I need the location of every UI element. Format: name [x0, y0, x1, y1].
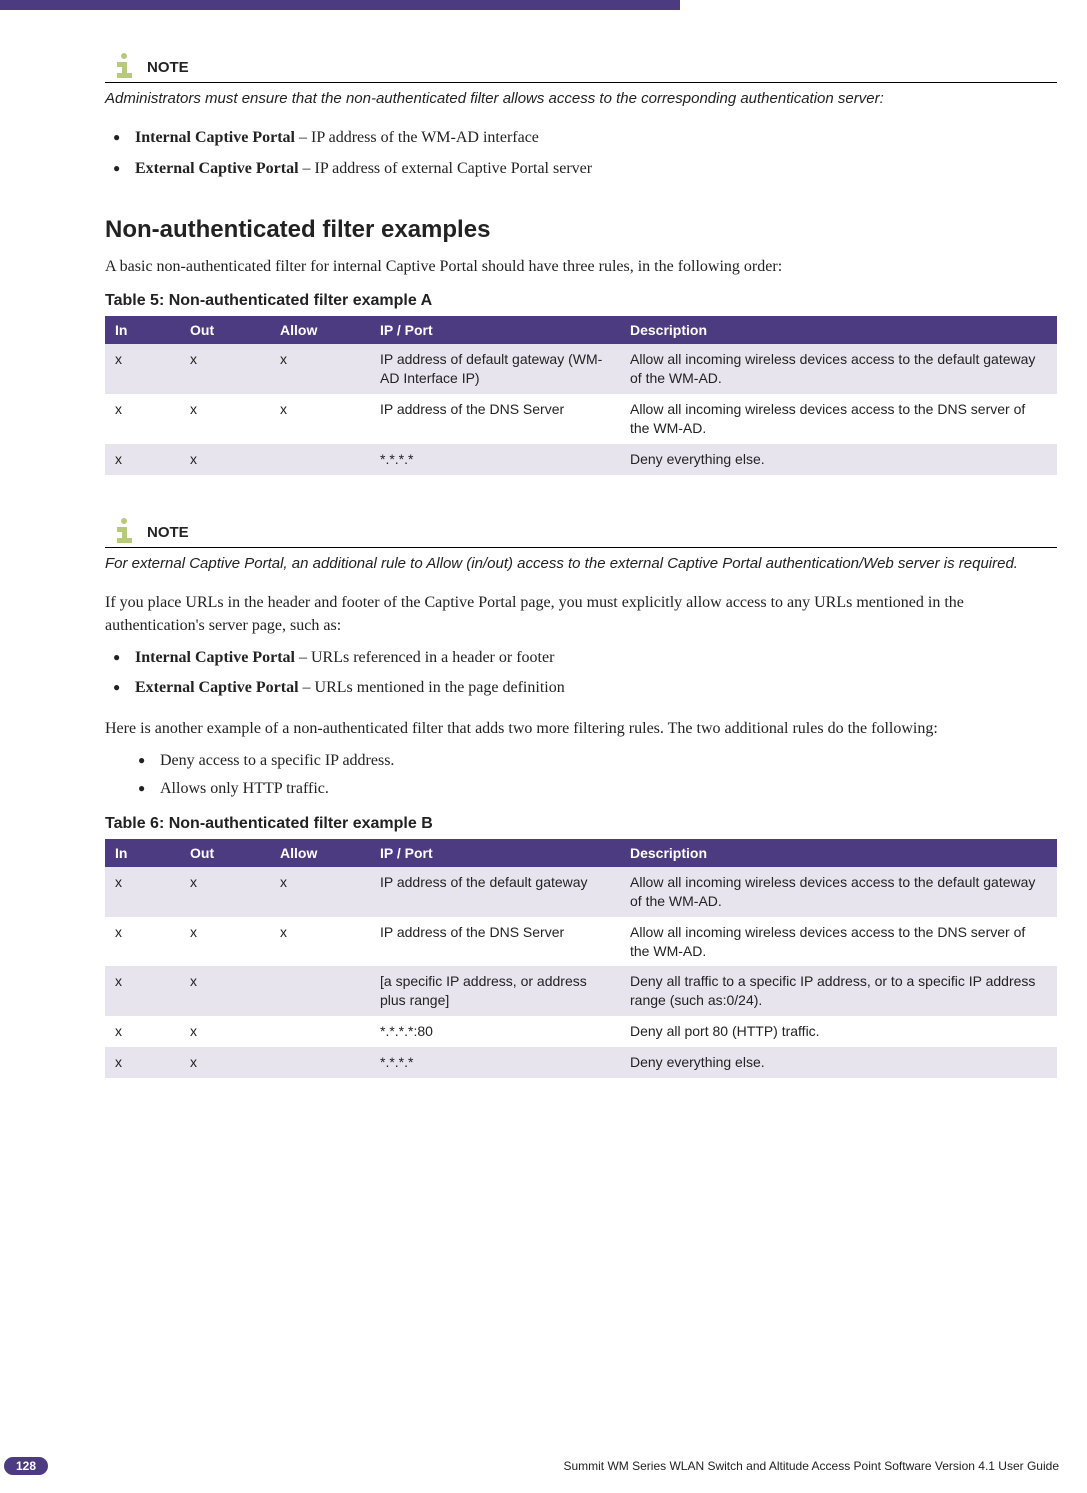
table5: In Out Allow IP / Port Description x x x…: [105, 316, 1057, 474]
note-label: NOTE: [147, 524, 189, 541]
list-item: Deny access to a specific IP address.: [160, 750, 1057, 772]
cell-ip: *.*.*.*:80: [370, 1016, 620, 1047]
cell-out: x: [180, 917, 270, 967]
cell-desc: Deny everything else.: [620, 444, 1057, 475]
table6-header-allow: Allow: [270, 839, 370, 867]
cell-ip: IP address of the DNS Server: [370, 917, 620, 967]
table5-caption: Table 5: Non-authenticated filter exampl…: [105, 292, 1057, 310]
bullet-list-2: Internal Captive Portal – URLs reference…: [105, 647, 1057, 700]
table6-header-in: In: [105, 839, 180, 867]
cell-in: x: [105, 394, 180, 444]
cell-allow: [270, 444, 370, 475]
list-item: Internal Captive Portal – IP address of …: [135, 127, 1057, 149]
cell-in: x: [105, 867, 180, 917]
cell-in: x: [105, 966, 180, 1016]
list-item: Internal Captive Portal – URLs reference…: [135, 647, 1057, 669]
page-number: 128: [4, 1457, 48, 1475]
table6-caption: Table 6: Non-authenticated filter exampl…: [105, 815, 1057, 833]
note-body-1: Administrators must ensure that the non-…: [105, 89, 1057, 109]
cell-desc: Allow all incoming wireless devices acce…: [620, 917, 1057, 967]
info-icon: [105, 515, 143, 543]
cell-in: x: [105, 917, 180, 967]
note-block-1: NOTE Administrators must ensure that the…: [105, 50, 1057, 109]
note-body-2: For external Captive Portal, an addition…: [105, 554, 1057, 574]
cell-desc: Allow all incoming wireless devices acce…: [620, 344, 1057, 394]
list-item-bold: Internal Captive Portal: [135, 649, 295, 666]
cell-in: x: [105, 1016, 180, 1047]
table6-header-out: Out: [180, 839, 270, 867]
footer-doc-title: Summit WM Series WLAN Switch and Altitud…: [563, 1459, 1059, 1473]
table6-header-ip: IP / Port: [370, 839, 620, 867]
table-row: x x x IP address of the default gateway …: [105, 867, 1057, 917]
cell-out: x: [180, 444, 270, 475]
table-row: x x [a specific IP address, or address p…: [105, 966, 1057, 1016]
cell-allow: x: [270, 867, 370, 917]
cell-allow: [270, 1047, 370, 1078]
note-rule: [105, 547, 1057, 548]
list-item-text: – URLs referenced in a header or footer: [295, 649, 554, 666]
cell-desc: Deny everything else.: [620, 1047, 1057, 1078]
table-row: x x *.*.*.*:80 Deny all port 80 (HTTP) t…: [105, 1016, 1057, 1047]
header-bar: [0, 0, 680, 10]
paragraph: If you place URLs in the header and foot…: [105, 592, 1057, 637]
cell-out: x: [180, 344, 270, 394]
cell-allow: x: [270, 394, 370, 444]
note-rule: [105, 82, 1057, 83]
section-heading: Non-authenticated filter examples: [105, 216, 1057, 244]
cell-desc: Allow all incoming wireless devices acce…: [620, 394, 1057, 444]
cell-out: x: [180, 1016, 270, 1047]
cell-desc: Deny all port 80 (HTTP) traffic.: [620, 1016, 1057, 1047]
list-item-text: – URLs mentioned in the page definition: [299, 679, 565, 696]
page-footer: 128 Summit WM Series WLAN Switch and Alt…: [0, 1457, 1087, 1475]
table-row: x x x IP address of the DNS Server Allow…: [105, 917, 1057, 967]
table5-header-desc: Description: [620, 316, 1057, 344]
cell-ip: IP address of the DNS Server: [370, 394, 620, 444]
info-icon: [105, 50, 143, 78]
cell-out: x: [180, 394, 270, 444]
list-item-bold: Internal Captive Portal: [135, 129, 295, 146]
table5-header-out: Out: [180, 316, 270, 344]
table-row: x x *.*.*.* Deny everything else.: [105, 444, 1057, 475]
bullet-list-3: Deny access to a specific IP address. Al…: [105, 750, 1057, 801]
list-item: Allows only HTTP traffic.: [160, 778, 1057, 800]
table-row: x x x IP address of default gateway (WM-…: [105, 344, 1057, 394]
cell-allow: [270, 966, 370, 1016]
cell-desc: Allow all incoming wireless devices acce…: [620, 867, 1057, 917]
cell-allow: x: [270, 344, 370, 394]
cell-in: x: [105, 444, 180, 475]
table5-header-ip: IP / Port: [370, 316, 620, 344]
bullet-list-1: Internal Captive Portal – IP address of …: [105, 127, 1057, 180]
cell-ip: IP address of default gateway (WM-AD Int…: [370, 344, 620, 394]
list-item-bold: External Captive Portal: [135, 160, 299, 177]
table6: In Out Allow IP / Port Description x x x…: [105, 839, 1057, 1078]
note-label: NOTE: [147, 59, 189, 76]
cell-ip: [a specific IP address, or address plus …: [370, 966, 620, 1016]
cell-allow: [270, 1016, 370, 1047]
cell-out: x: [180, 1047, 270, 1078]
cell-out: x: [180, 966, 270, 1016]
list-item: External Captive Portal – IP address of …: [135, 158, 1057, 180]
table-row: x x *.*.*.* Deny everything else.: [105, 1047, 1057, 1078]
cell-in: x: [105, 344, 180, 394]
paragraph: A basic non-authenticated filter for int…: [105, 256, 1057, 278]
list-item-bold: External Captive Portal: [135, 679, 299, 696]
cell-in: x: [105, 1047, 180, 1078]
list-item-text: – IP address of the WM-AD interface: [295, 129, 539, 146]
cell-allow: x: [270, 917, 370, 967]
cell-ip: *.*.*.*: [370, 444, 620, 475]
table5-header-in: In: [105, 316, 180, 344]
cell-ip: IP address of the default gateway: [370, 867, 620, 917]
cell-ip: *.*.*.*: [370, 1047, 620, 1078]
table-row: x x x IP address of the DNS Server Allow…: [105, 394, 1057, 444]
list-item: External Captive Portal – URLs mentioned…: [135, 677, 1057, 699]
paragraph: Here is another example of a non-authent…: [105, 718, 1057, 740]
table6-header-desc: Description: [620, 839, 1057, 867]
cell-desc: Deny all traffic to a specific IP addres…: [620, 966, 1057, 1016]
note-block-2: NOTE For external Captive Portal, an add…: [105, 515, 1057, 574]
list-item-text: – IP address of external Captive Portal …: [299, 160, 593, 177]
table5-header-allow: Allow: [270, 316, 370, 344]
cell-out: x: [180, 867, 270, 917]
